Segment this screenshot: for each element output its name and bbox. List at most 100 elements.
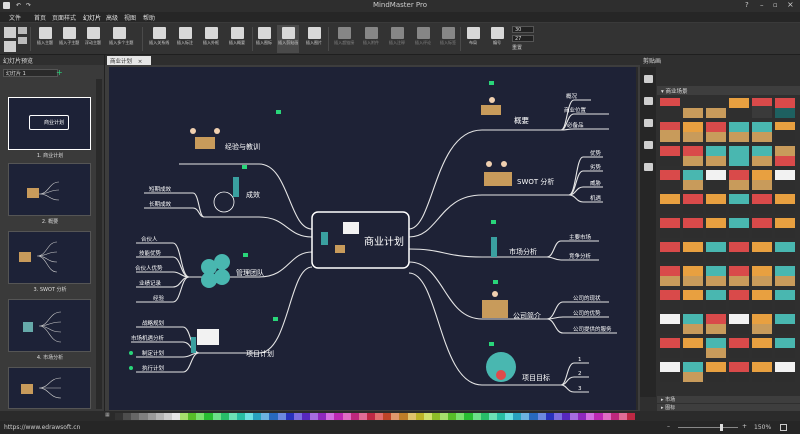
note-marker[interactable] xyxy=(493,280,498,284)
format-painter-icon[interactable] xyxy=(18,37,27,44)
redo-icon[interactable]: ↷ xyxy=(26,2,31,9)
subtopic-market-2[interactable]: 竞争分析 xyxy=(569,252,592,260)
clipart-meeting[interactable] xyxy=(706,314,726,334)
clipart-person[interactable] xyxy=(706,194,726,214)
subtopic-swot-3[interactable]: 威胁 xyxy=(590,179,602,187)
clipart-person[interactable] xyxy=(775,314,795,334)
subtopic-company-1[interactable]: 公司的现状 xyxy=(573,294,601,302)
subtopic-plan-1[interactable]: 战略规划 xyxy=(142,319,164,327)
clipart-person[interactable] xyxy=(660,338,680,358)
insert-subtopic-button[interactable]: 插入子主题 xyxy=(58,25,80,53)
minimize-button[interactable]: – xyxy=(760,1,764,9)
color-swatch[interactable] xyxy=(529,413,538,420)
copy-icon[interactable] xyxy=(18,27,27,34)
color-swatch[interactable] xyxy=(334,413,343,420)
color-swatch[interactable] xyxy=(586,413,595,420)
color-swatch[interactable] xyxy=(626,413,635,420)
reset-button[interactable]: 重置 xyxy=(512,44,522,51)
home-icon[interactable] xyxy=(644,119,653,127)
clipart-desk[interactable] xyxy=(775,266,795,286)
color-swatch[interactable] xyxy=(399,413,408,420)
color-swatch[interactable] xyxy=(488,413,497,420)
checkbox-icon[interactable] xyxy=(129,351,133,355)
clipart-person[interactable] xyxy=(729,290,749,310)
color-swatch[interactable] xyxy=(350,413,359,420)
color-swatch[interactable] xyxy=(245,413,254,420)
clipart-person[interactable] xyxy=(706,242,726,262)
floating-topic-button[interactable]: 浮动主题 xyxy=(82,25,104,53)
color-swatch[interactable] xyxy=(269,413,278,420)
note-marker[interactable] xyxy=(276,110,281,114)
clipart-chart[interactable] xyxy=(729,362,749,382)
clipart-meeting[interactable] xyxy=(706,122,726,142)
clipart-meeting[interactable] xyxy=(752,146,772,166)
clipart-person[interactable] xyxy=(752,194,772,214)
subtopic-goal-2[interactable]: 2 xyxy=(578,371,582,377)
color-swatch[interactable] xyxy=(545,413,554,420)
note-marker[interactable] xyxy=(489,342,494,346)
clipart-people[interactable] xyxy=(775,98,795,118)
insert-attachment-button[interactable]: 插入附件 xyxy=(360,25,382,53)
clipart-desk[interactable] xyxy=(683,266,703,286)
clipart-person[interactable] xyxy=(683,218,703,238)
add-slide-icon[interactable]: + xyxy=(56,69,63,77)
subtopic-plan-4[interactable]: 执行计划 xyxy=(142,364,164,372)
clipart-desk[interactable] xyxy=(706,266,726,286)
note-marker[interactable] xyxy=(273,317,278,321)
subtopic-result-1[interactable]: 短期成效 xyxy=(149,185,172,193)
clipart-meeting[interactable] xyxy=(706,98,726,118)
color-swatch[interactable] xyxy=(358,413,367,420)
maximize-button[interactable]: ▫ xyxy=(773,1,778,9)
color-swatch[interactable] xyxy=(610,413,619,420)
central-topic[interactable]: 商业计划 xyxy=(364,235,404,248)
tab-business-plan[interactable]: 商业计划 × xyxy=(107,56,151,65)
note-marker[interactable] xyxy=(243,253,248,257)
menu-page-style[interactable]: 页面样式 xyxy=(52,13,76,22)
cut-icon[interactable] xyxy=(4,27,16,38)
color-swatch[interactable] xyxy=(131,413,140,420)
clipart-person[interactable] xyxy=(683,194,703,214)
insert-comment-button[interactable]: 插入评论 xyxy=(412,25,434,53)
subtopic-team-1[interactable]: 合伙人 xyxy=(141,235,158,243)
zoom-slider-handle[interactable] xyxy=(720,424,723,431)
slide-thumb-3[interactable] xyxy=(8,231,91,284)
clipart-person[interactable] xyxy=(729,242,749,262)
clipart-meeting[interactable] xyxy=(683,170,703,190)
slide-thumb-5[interactable] xyxy=(8,367,91,409)
clipart-person[interactable] xyxy=(706,290,726,310)
topic-goal[interactable]: 项目目标 xyxy=(522,373,550,382)
color-swatch[interactable] xyxy=(366,413,375,420)
numbering-button[interactable]: 编号 xyxy=(486,25,508,53)
color-swatch[interactable] xyxy=(236,413,245,420)
clipart-meeting[interactable] xyxy=(660,122,680,142)
insert-hyperlink-button[interactable]: 插入超链接 xyxy=(333,25,355,53)
subtopic-plan-2[interactable]: 市场机遇分析 xyxy=(131,334,165,342)
topic-team[interactable]: 管理团队 xyxy=(236,268,264,277)
slide-thumb-2[interactable] xyxy=(8,163,91,216)
subtopic-swot-2[interactable]: 劣势 xyxy=(590,163,602,171)
subtopic-team-2[interactable]: 技能优势 xyxy=(139,249,162,257)
clipart-person[interactable] xyxy=(752,290,772,310)
clipart-globe[interactable] xyxy=(729,146,749,166)
color-swatch[interactable] xyxy=(180,413,189,420)
color-swatch[interactable] xyxy=(204,413,213,420)
clipart-person[interactable] xyxy=(775,194,795,214)
subtopic-team-4[interactable]: 业绩记录 xyxy=(139,279,162,287)
color-swatch[interactable] xyxy=(261,413,270,420)
undo-icon[interactable]: ↶ xyxy=(16,2,21,9)
pin-icon[interactable] xyxy=(644,75,653,83)
color-swatch[interactable] xyxy=(188,413,197,420)
fit-page-icon[interactable] xyxy=(780,424,787,431)
topic-experience[interactable]: 经验与教训 xyxy=(225,142,260,151)
clipart-people[interactable] xyxy=(752,98,772,118)
clipart-person[interactable] xyxy=(775,290,795,310)
color-swatch[interactable] xyxy=(431,413,440,420)
subtopic-team-3[interactable]: 合伙人优势 xyxy=(135,264,163,272)
color-swatch[interactable] xyxy=(326,413,335,420)
clipart-person[interactable] xyxy=(752,338,772,358)
subtopic-swot-1[interactable]: 优势 xyxy=(590,149,602,157)
color-swatch[interactable] xyxy=(301,413,310,420)
insert-image-button[interactable]: 插入图片 xyxy=(303,25,325,53)
insert-relation-button[interactable]: 插入关系线 xyxy=(148,25,170,53)
note-marker[interactable] xyxy=(242,165,247,169)
